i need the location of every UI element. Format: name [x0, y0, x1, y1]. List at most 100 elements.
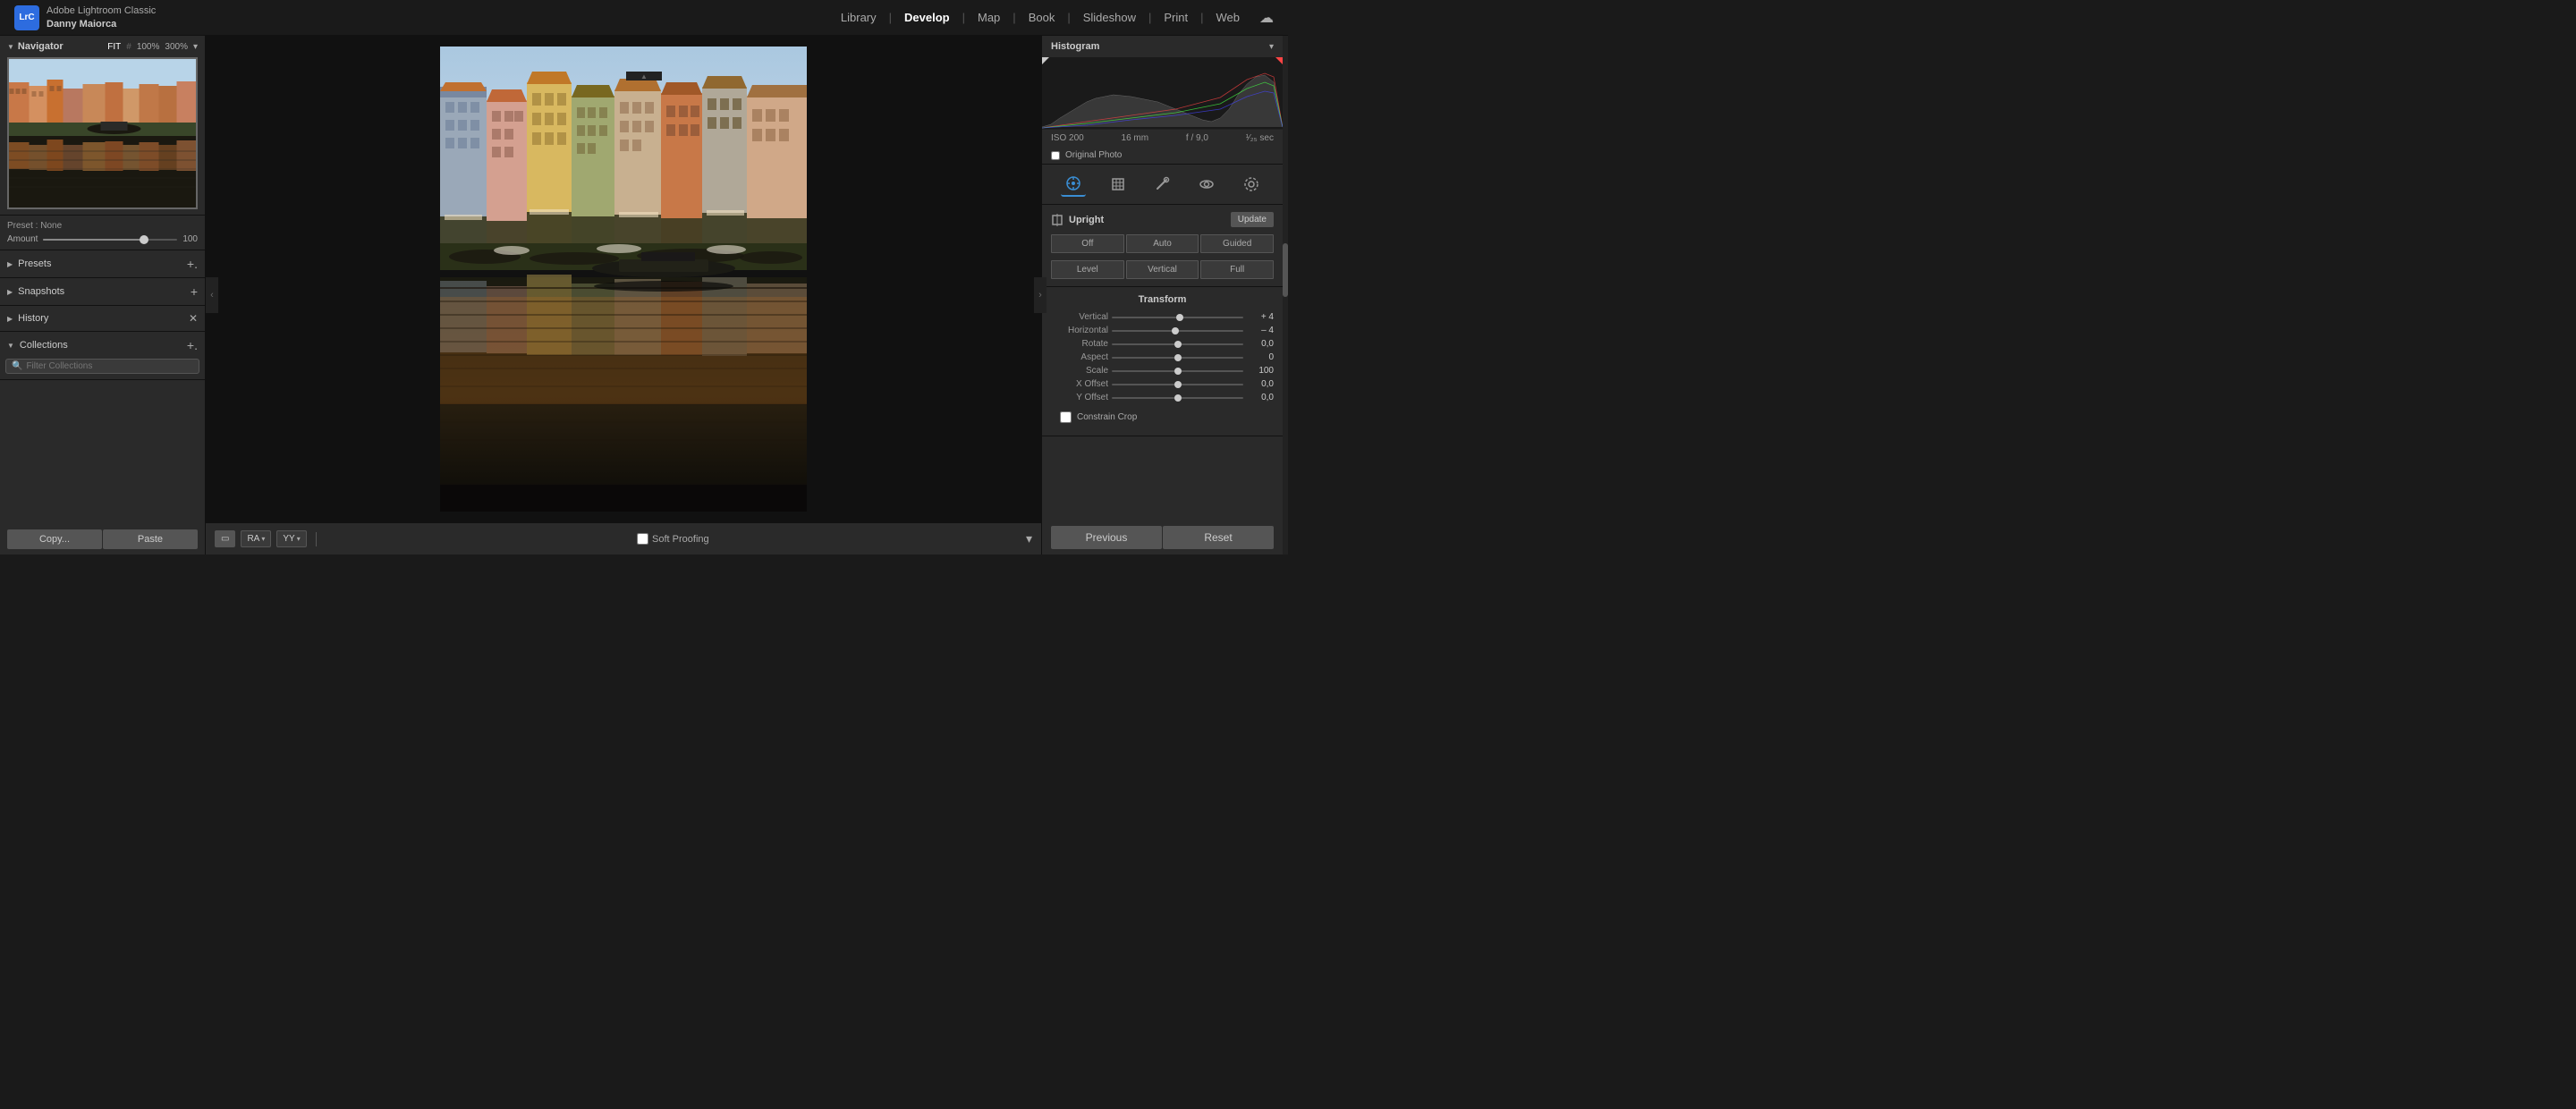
vertical-label: Vertical — [1051, 312, 1108, 322]
horizontal-slider[interactable] — [1112, 330, 1243, 332]
collections-header[interactable]: ▼ Collections +. — [0, 332, 205, 359]
upright-level-btn[interactable]: Level — [1051, 260, 1124, 279]
collections-add-btn[interactable]: +. — [187, 338, 198, 352]
app-name: Adobe Lightroom Classic Danny Maiorca — [47, 4, 156, 30]
zoom-controls: FIT # 100% 300% ▾ — [107, 42, 198, 52]
right-panel: Histogram ▾ — [1041, 36, 1283, 554]
ra-btn[interactable]: RA ▾ — [241, 530, 271, 547]
paste-button[interactable]: Paste — [103, 529, 198, 549]
upright-off-btn[interactable]: Off — [1051, 234, 1124, 253]
upright-update-btn[interactable]: Update — [1231, 212, 1274, 227]
navigator-section: ▼ Navigator FIT # 100% 300% ▾ — [0, 36, 205, 216]
upright-section: Upright Update Off Auto Guided Level Ver… — [1042, 205, 1283, 287]
snapshots-add-btn[interactable]: + — [191, 284, 198, 299]
presets-add-btn[interactable]: +. — [187, 257, 198, 271]
nav-book[interactable]: Book — [1023, 9, 1061, 26]
amount-slider-thumb[interactable] — [140, 235, 148, 244]
previous-button[interactable]: Previous — [1051, 526, 1162, 549]
xoffset-slider[interactable] — [1112, 384, 1243, 385]
nav-slideshow[interactable]: Slideshow — [1078, 9, 1141, 26]
collections-collapse-icon: ▼ — [7, 342, 14, 350]
soft-proofing-label[interactable]: Soft Proofing — [637, 533, 709, 545]
amount-slider-fill — [43, 239, 143, 241]
collections-expanded: 🔍 — [0, 359, 205, 379]
top-nav: LrC Adobe Lightroom Classic Danny Maiorc… — [0, 0, 1288, 36]
nav-web[interactable]: Web — [1211, 9, 1246, 26]
copy-button[interactable]: Copy... — [7, 529, 102, 549]
soft-proofing-checkbox[interactable] — [637, 533, 648, 545]
scrollbar-thumb[interactable] — [1283, 243, 1288, 297]
crop-tool[interactable] — [1106, 172, 1131, 197]
app-logo-badge: LrC — [14, 5, 39, 30]
bottom-buttons: Copy... Paste — [0, 524, 205, 554]
nav-print[interactable]: Print — [1158, 9, 1193, 26]
image-area — [206, 36, 1041, 522]
transform-section: Transform Vertical + 4 Horizontal – 4 Ro… — [1042, 287, 1283, 436]
upright-buttons-row1: Off Auto Guided — [1051, 234, 1274, 253]
reset-button[interactable]: Reset — [1163, 526, 1274, 549]
zoom-dropdown-icon[interactable]: ▾ — [193, 42, 198, 52]
navigator-header: ▼ Navigator FIT # 100% 300% ▾ — [7, 41, 198, 52]
frame-tool-btn[interactable]: ▭ — [215, 530, 235, 547]
original-photo-label: Original Photo — [1065, 150, 1122, 160]
histogram-chart — [1042, 57, 1283, 129]
upright-vertical-btn[interactable]: Vertical — [1126, 260, 1199, 279]
upright-auto-btn[interactable]: Auto — [1126, 234, 1199, 253]
yoffset-thumb[interactable] — [1174, 394, 1182, 402]
right-panel-scrollbar[interactable] — [1283, 36, 1288, 554]
preset-label: Preset : None — [7, 221, 198, 231]
vertical-thumb[interactable] — [1176, 314, 1183, 321]
history-header[interactable]: ▶ History ✕ — [0, 306, 205, 331]
filter-input-wrap[interactable]: 🔍 — [5, 359, 199, 374]
rotate-thumb[interactable] — [1174, 341, 1182, 348]
cloud-icon[interactable]: ☁ — [1259, 9, 1274, 27]
aspect-slider[interactable] — [1112, 357, 1243, 359]
right-panel-collapse[interactable]: › — [1034, 277, 1046, 313]
masking-tool[interactable] — [1239, 172, 1264, 197]
nav-develop[interactable]: Develop — [899, 9, 955, 26]
histogram-canvas — [1042, 57, 1283, 129]
presets-header[interactable]: ▶ Presets +. — [0, 250, 205, 277]
collections-filter-input[interactable] — [26, 361, 193, 371]
original-photo-checkbox[interactable] — [1051, 151, 1060, 160]
navigator-title: ▼ Navigator — [7, 41, 64, 52]
zoom-300[interactable]: 300% — [165, 42, 188, 52]
left-panel-collapse[interactable]: ‹ — [206, 277, 218, 313]
develop-presets-tool[interactable] — [1061, 172, 1086, 197]
upright-guided-btn[interactable]: Guided — [1200, 234, 1274, 253]
scale-thumb[interactable] — [1174, 368, 1182, 375]
navigator-collapse-icon: ▼ — [7, 43, 14, 51]
yoffset-slider[interactable] — [1112, 397, 1243, 399]
zoom-fit[interactable]: FIT — [107, 42, 121, 52]
xoffset-thumb[interactable] — [1174, 381, 1182, 388]
right-bottom-btns: Previous Reset — [1042, 521, 1283, 554]
amount-row: Amount 100 — [7, 234, 198, 244]
scale-value: 100 — [1247, 366, 1274, 376]
histogram-dropdown-icon[interactable]: ▾ — [1269, 42, 1274, 52]
upright-full-btn[interactable]: Full — [1200, 260, 1274, 279]
zoom-100[interactable]: 100% — [137, 42, 160, 52]
nav-library[interactable]: Library — [835, 9, 882, 26]
red-eye-tool[interactable] — [1194, 172, 1219, 197]
aspect-thumb[interactable] — [1174, 354, 1182, 361]
scale-slider[interactable] — [1112, 370, 1243, 372]
horizontal-thumb[interactable] — [1172, 327, 1179, 334]
rotate-slider[interactable] — [1112, 343, 1243, 345]
history-clear-btn[interactable]: ✕ — [189, 312, 198, 325]
left-panel: ▼ Navigator FIT # 100% 300% ▾ — [0, 36, 206, 554]
xoffset-label: X Offset — [1051, 379, 1108, 389]
constrain-crop-checkbox[interactable] — [1060, 411, 1072, 423]
navigator-preview[interactable] — [7, 57, 198, 209]
yy-btn[interactable]: YY ▾ — [276, 530, 306, 547]
snapshots-header[interactable]: ▶ Snapshots + — [0, 278, 205, 305]
top-panel-collapse[interactable]: ▲ — [626, 72, 662, 80]
nav-map[interactable]: Map — [972, 9, 1005, 26]
heal-tool[interactable] — [1149, 172, 1174, 197]
zoom-fit-hash: # — [126, 42, 131, 52]
amount-slider[interactable] — [43, 239, 177, 241]
toolbar-dropdown-icon[interactable]: ▾ — [1026, 531, 1032, 546]
snapshots-collapse-icon: ▶ — [7, 288, 13, 296]
vertical-slider[interactable] — [1112, 317, 1243, 318]
vertical-value: + 4 — [1247, 312, 1274, 322]
nav-links: Library | Develop | Map | Book | Slidesh… — [835, 9, 1274, 27]
